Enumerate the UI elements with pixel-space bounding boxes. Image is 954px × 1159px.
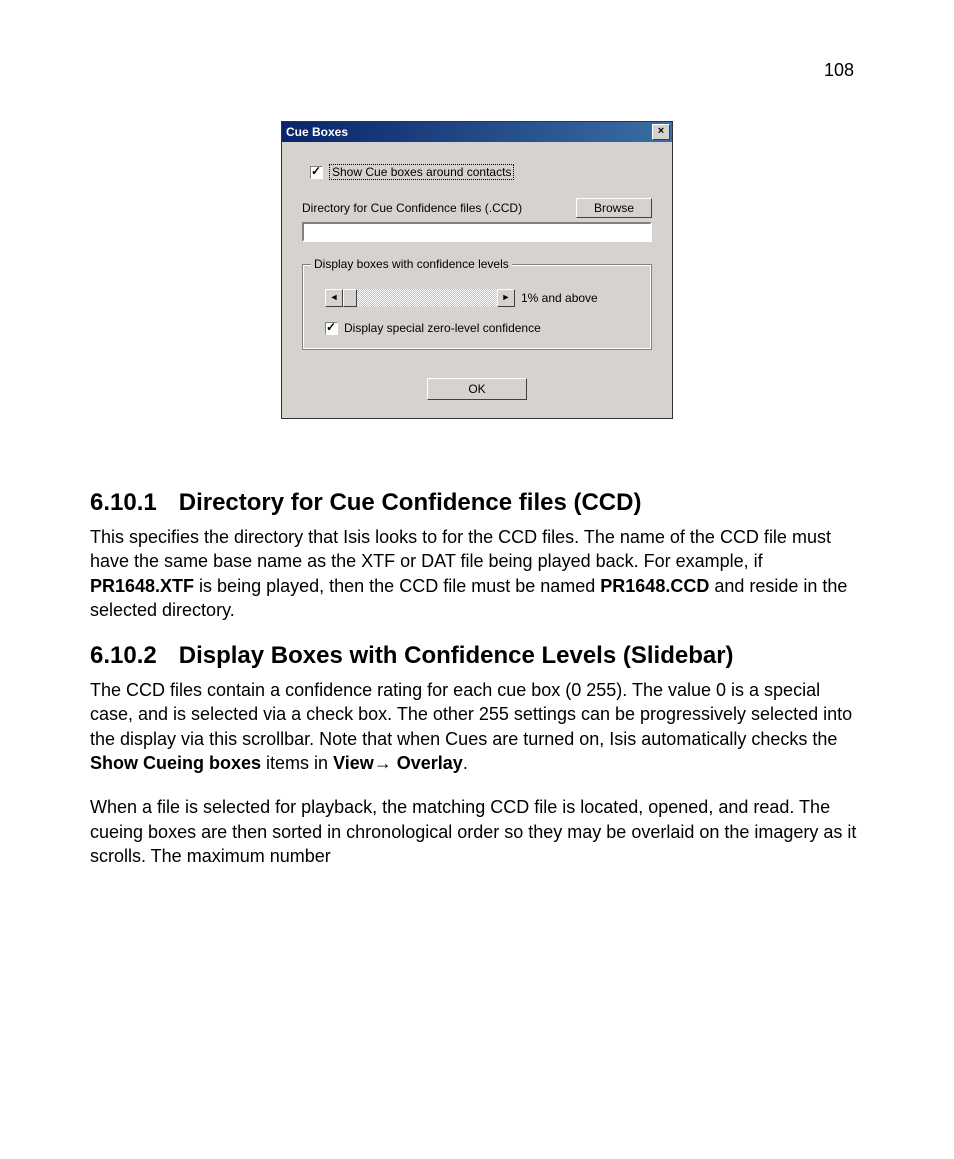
slider-track[interactable] bbox=[343, 289, 497, 307]
slider-right-arrow-icon[interactable]: ► bbox=[497, 289, 515, 307]
section-title: Display Boxes with Confidence Levels (Sl… bbox=[179, 642, 734, 669]
section-number: 6.10.2 bbox=[90, 642, 157, 670]
page-number: 108 bbox=[90, 60, 864, 81]
section-6-10-2-heading: 6.10.2 Display Boxes with Confidence Leve… bbox=[90, 642, 864, 670]
browse-button[interactable]: Browse bbox=[576, 198, 652, 218]
section-6-10-1-paragraph: This specifies the directory that Isis l… bbox=[90, 525, 864, 622]
dialog-screenshot: Cue Boxes × Show Cue boxes around contac… bbox=[90, 121, 864, 419]
dialog-titlebar: Cue Boxes × bbox=[282, 122, 672, 142]
show-cue-label: Show Cue boxes around contacts bbox=[329, 164, 514, 180]
confidence-slider[interactable]: ◄ ► bbox=[325, 289, 515, 307]
section-title: Directory for Cue Confidence files (CCD) bbox=[179, 489, 642, 516]
section-number: 6.10.1 bbox=[90, 489, 157, 517]
cue-boxes-dialog: Cue Boxes × Show Cue boxes around contac… bbox=[281, 121, 673, 419]
zero-level-label: Display special zero-level confidence bbox=[344, 321, 541, 335]
ccd-directory-input[interactable] bbox=[302, 222, 652, 242]
slider-thumb[interactable] bbox=[343, 289, 357, 307]
dialog-title: Cue Boxes bbox=[286, 125, 348, 139]
section-6-10-2-paragraph-1: The CCD files contain a confidence ratin… bbox=[90, 678, 864, 775]
slider-left-arrow-icon[interactable]: ◄ bbox=[325, 289, 343, 307]
show-cue-checkbox[interactable] bbox=[310, 166, 323, 179]
close-button[interactable]: × bbox=[652, 124, 670, 140]
zero-level-checkbox[interactable] bbox=[325, 322, 338, 335]
ok-button[interactable]: OK bbox=[427, 378, 527, 400]
slider-value-label: 1% and above bbox=[521, 291, 598, 305]
confidence-groupbox: Display boxes with confidence levels ◄ ►… bbox=[302, 264, 652, 350]
section-6-10-2-paragraph-2: When a file is selected for playback, th… bbox=[90, 795, 864, 868]
ccd-directory-label: Directory for Cue Confidence files (.CCD… bbox=[302, 201, 522, 215]
groupbox-legend: Display boxes with confidence levels bbox=[311, 257, 512, 271]
section-6-10-1-heading: 6.10.1 Directory for Cue Confidence files… bbox=[90, 489, 864, 517]
